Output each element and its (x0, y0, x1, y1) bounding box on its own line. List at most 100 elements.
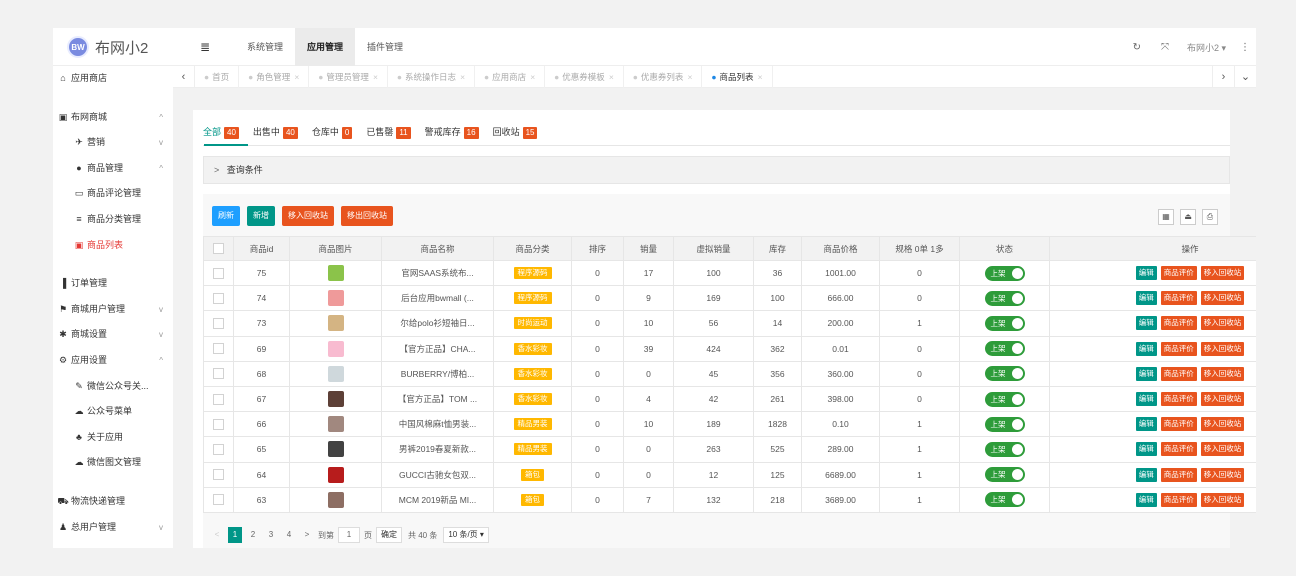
close-icon[interactable]: × (609, 72, 614, 82)
product-thumbnail[interactable] (327, 491, 344, 508)
review-button[interactable]: 商品评价 (1160, 392, 1197, 407)
move-to-recycle-row-button[interactable]: 移入回收站 (1200, 291, 1245, 306)
sidebar-item[interactable]: ≡ 商品分类管理 (53, 207, 173, 233)
row-checkbox[interactable] (213, 469, 224, 481)
goto-confirm-button[interactable]: 确定 (376, 527, 402, 543)
row-checkbox[interactable] (213, 393, 224, 405)
filter-tab[interactable]: 出售中 40 (253, 122, 298, 144)
edit-button[interactable]: 编辑 (1135, 366, 1157, 381)
move-to-recycle-button[interactable]: 移入回收站 (282, 206, 334, 226)
product-thumbnail[interactable] (327, 265, 344, 282)
page-tab[interactable]: ● 优惠券列表 × (624, 66, 703, 88)
print-icon[interactable]: ⎙ (1202, 209, 1218, 225)
sidebar-item[interactable]: ⛟ 物流快递管理 (53, 489, 173, 515)
status-toggle[interactable]: 上架 (984, 492, 1025, 508)
sidebar-item[interactable]: ▣ 布网商城 ^ (53, 105, 173, 131)
edit-button[interactable]: 编辑 (1135, 492, 1157, 507)
filter-tab[interactable]: 仓库中 0 (312, 122, 353, 144)
filter-tab[interactable]: 全部 40 (203, 122, 239, 144)
review-button[interactable]: 商品评价 (1160, 291, 1197, 306)
sidebar-item[interactable]: ✈ 营销 v (53, 130, 173, 156)
sidebar-item[interactable]: ✱ 商城设置 v (53, 322, 173, 348)
select-all-header[interactable] (203, 236, 234, 261)
row-checkbox[interactable] (213, 343, 224, 355)
page-tab[interactable]: ● 系统操作日志 × (388, 66, 476, 88)
move-to-recycle-row-button[interactable]: 移入回收站 (1200, 266, 1245, 281)
close-icon[interactable]: × (294, 72, 299, 82)
topnav-apps[interactable]: 应用管理 (295, 28, 356, 66)
sidebar-item[interactable]: ☁ 公众号菜单 (53, 399, 173, 425)
page-4-button[interactable]: 4 (282, 527, 296, 543)
sidebar-item[interactable]: ▭ 商品评论管理 (53, 181, 173, 207)
sidebar-item[interactable]: ▣ 商品列表 (53, 233, 173, 259)
export-icon[interactable]: ⏏ (1180, 209, 1196, 225)
move-to-recycle-row-button[interactable]: 移入回收站 (1200, 467, 1245, 482)
review-button[interactable]: 商品评价 (1160, 316, 1197, 331)
row-checkbox[interactable] (213, 444, 224, 456)
add-button[interactable]: 新增 (247, 206, 275, 226)
review-button[interactable]: 商品评价 (1160, 417, 1197, 432)
move-to-recycle-row-button[interactable]: 移入回收站 (1200, 341, 1245, 356)
move-to-recycle-row-button[interactable]: 移入回收站 (1200, 366, 1245, 381)
page-tab[interactable]: ● 首页 (195, 66, 240, 88)
filter-tab[interactable]: 警戒库存 16 (425, 122, 479, 144)
edit-button[interactable]: 编辑 (1135, 316, 1157, 331)
page-1-button[interactable]: 1 (228, 527, 242, 543)
restore-from-recycle-button[interactable]: 移出回收站 (341, 206, 393, 226)
status-toggle[interactable]: 上架 (984, 341, 1025, 357)
review-button[interactable]: 商品评价 (1160, 366, 1197, 381)
sidebar-item[interactable]: ⚑ 商城用户管理 v (53, 297, 173, 323)
move-to-recycle-row-button[interactable]: 移入回收站 (1200, 316, 1245, 331)
page-tab[interactable]: ● 管理员管理 × (309, 66, 388, 88)
review-button[interactable]: 商品评价 (1160, 266, 1197, 281)
sidebar-item[interactable]: ⌂ 应用商店 (53, 66, 173, 92)
product-thumbnail[interactable] (327, 416, 344, 433)
review-button[interactable]: 商品评价 (1160, 467, 1197, 482)
move-to-recycle-row-button[interactable]: 移入回收站 (1200, 417, 1245, 432)
topnav-plugins[interactable]: 插件管理 (355, 28, 415, 66)
product-thumbnail[interactable] (327, 315, 344, 332)
product-thumbnail[interactable] (327, 290, 344, 307)
fullscreen-icon[interactable]: ⤧ (1151, 42, 1179, 53)
status-toggle[interactable]: 上架 (984, 467, 1025, 483)
edit-button[interactable]: 编辑 (1135, 392, 1157, 407)
status-toggle[interactable]: 上架 (984, 391, 1025, 407)
sidebar-item[interactable]: ✎ 微信公众号关... (53, 374, 173, 400)
edit-button[interactable]: 编辑 (1135, 341, 1157, 356)
product-thumbnail[interactable] (327, 391, 344, 408)
product-thumbnail[interactable] (327, 365, 344, 382)
filter-tab[interactable]: 回收站 15 (493, 122, 538, 144)
columns-icon[interactable]: ▦ (1158, 209, 1174, 225)
status-toggle[interactable]: 上架 (984, 366, 1025, 382)
row-checkbox[interactable] (213, 292, 224, 304)
edit-button[interactable]: 编辑 (1135, 417, 1157, 432)
row-checkbox[interactable] (213, 494, 224, 506)
sidebar-item[interactable]: ▐ 订单管理 (53, 271, 173, 297)
row-checkbox[interactable] (213, 368, 224, 380)
status-toggle[interactable]: 上架 (984, 416, 1025, 432)
close-icon[interactable]: × (460, 72, 465, 82)
user-menu[interactable]: 布网小2 ▾ (1179, 41, 1234, 54)
move-to-recycle-row-button[interactable]: 移入回收站 (1200, 392, 1245, 407)
logo[interactable]: BW 布网小2 (53, 28, 173, 66)
sidebar-item[interactable]: ● 商品管理 ^ (53, 156, 173, 182)
sidebar-item[interactable]: ⚙ 应用设置 ^ (53, 348, 173, 374)
tab-menu-chevron-down-icon[interactable]: ⌄ (1234, 66, 1256, 88)
refresh-button[interactable]: 刷新 (212, 206, 240, 226)
more-icon[interactable]: ⋮ (1234, 42, 1256, 53)
tab-scroll-right-icon[interactable]: › (1212, 66, 1234, 88)
row-checkbox[interactable] (213, 418, 224, 430)
review-button[interactable]: 商品评价 (1160, 341, 1197, 356)
topnav-system[interactable]: 系统管理 (235, 28, 295, 66)
query-conditions-toggle[interactable]: > 查询条件 (203, 156, 1230, 184)
status-toggle[interactable]: 上架 (984, 265, 1025, 281)
page-2-button[interactable]: 2 (246, 527, 260, 543)
sidebar-item[interactable]: ♣ 关于应用 (53, 425, 173, 451)
page-3-button[interactable]: 3 (264, 527, 278, 543)
select-all-checkbox[interactable] (213, 243, 224, 255)
close-icon[interactable]: × (530, 72, 535, 82)
edit-button[interactable]: 编辑 (1135, 467, 1157, 482)
filter-tab[interactable]: 已售罄 11 (366, 122, 411, 144)
close-icon[interactable]: × (758, 72, 763, 82)
sidebar-item[interactable]: ☁ 微信图文管理 (53, 450, 173, 476)
